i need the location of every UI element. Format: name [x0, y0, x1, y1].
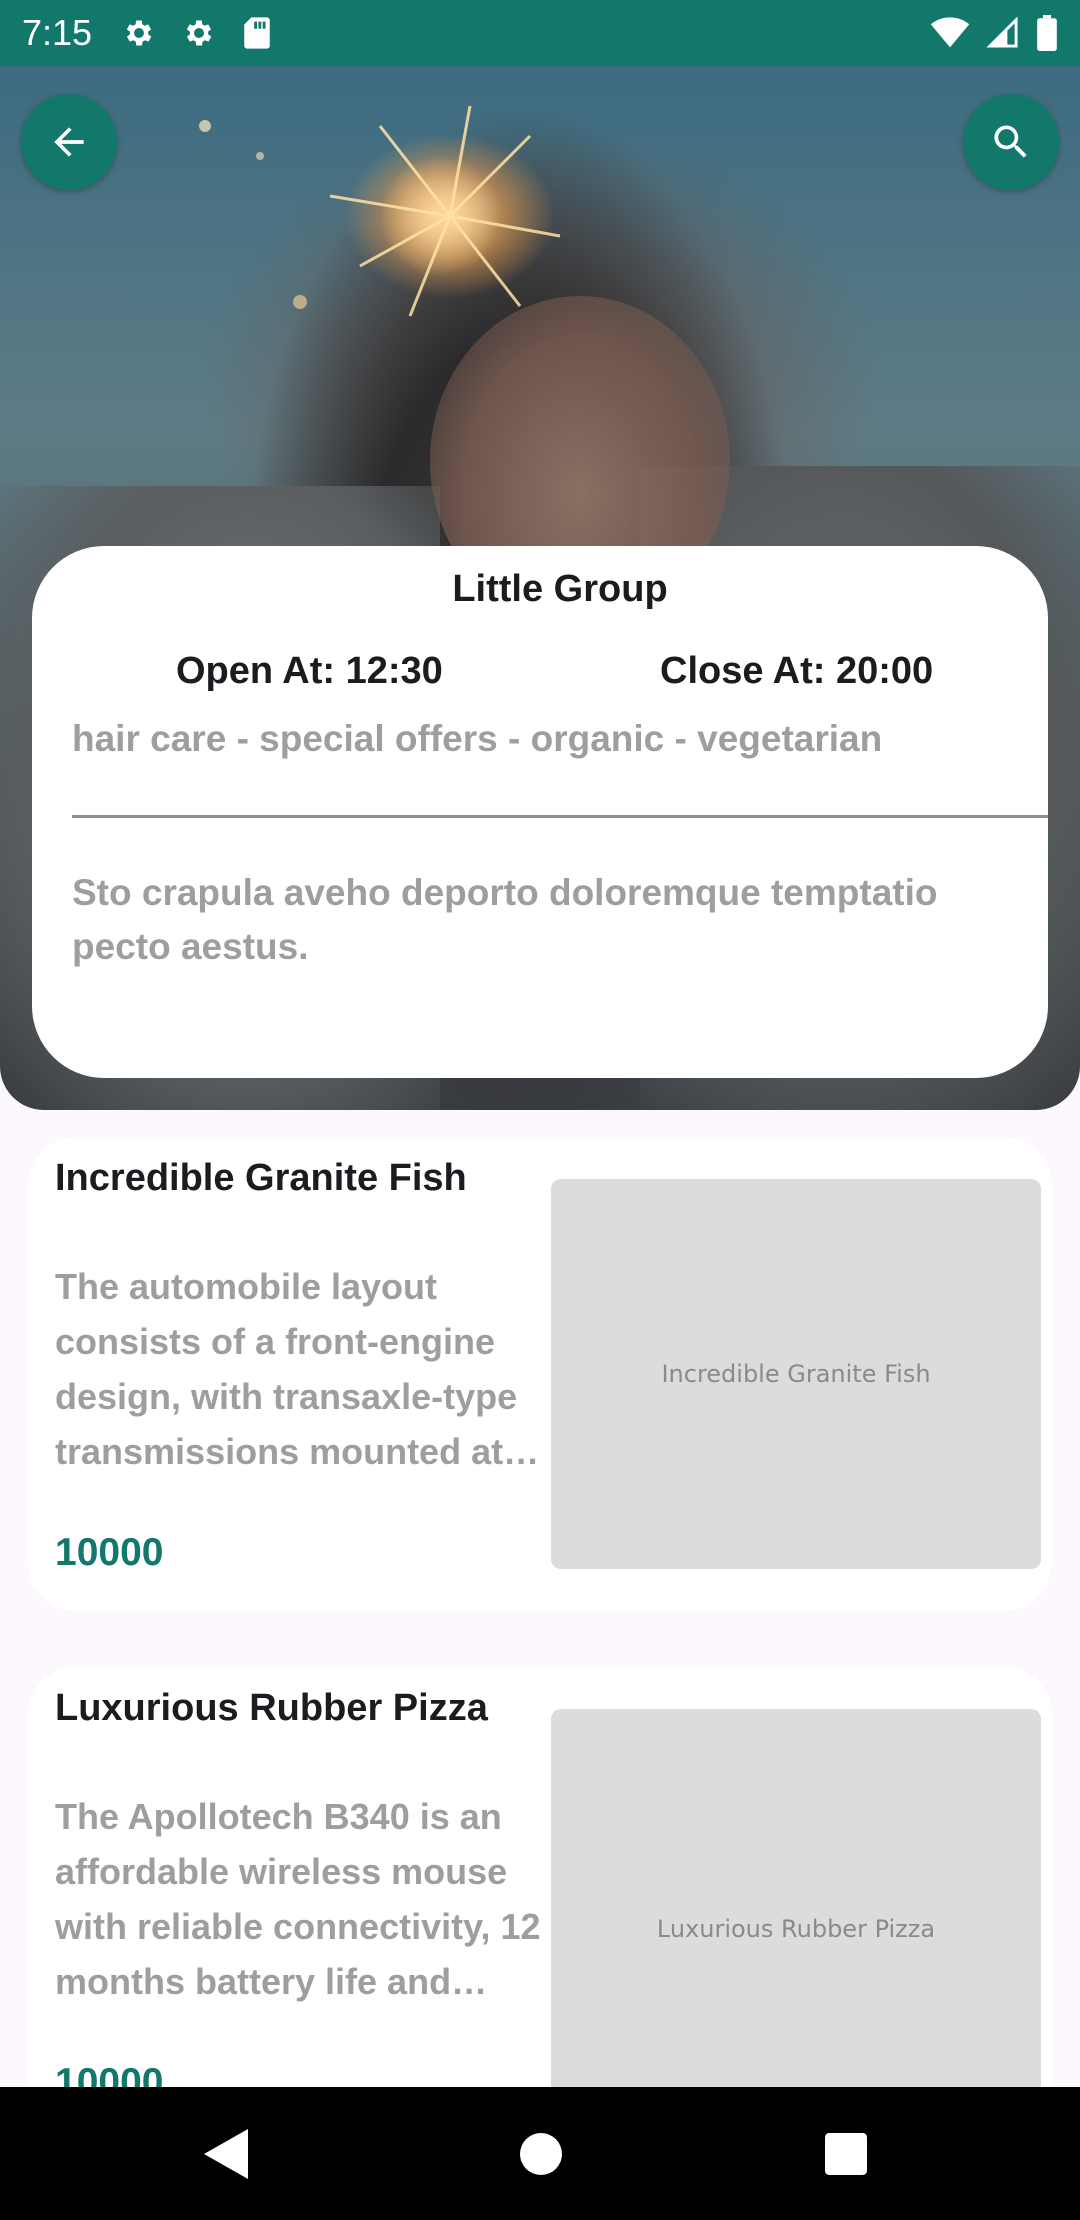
search-icon — [994, 125, 1027, 158]
store-tag: - special offers — [236, 718, 508, 759]
store-name: Little Group — [452, 568, 668, 610]
store-info-card: Little Group Open At: 12:30 Close At: 20… — [32, 546, 1048, 1078]
product-description: The automobile layout consists of a fron… — [55, 1266, 518, 1472]
close-time: Close At: 20:00 — [660, 650, 933, 693]
product-card[interactable]: Luxurious Rubber Pizza The Apollotech B3… — [28, 1667, 1052, 2141]
open-time-label: Open At: — [176, 650, 336, 692]
nav-home-button[interactable] — [516, 2087, 566, 2220]
store-tag: - organic — [508, 718, 675, 759]
wifi-icon — [930, 17, 970, 49]
battery-icon — [1036, 15, 1058, 51]
divider — [72, 815, 1048, 818]
product-card[interactable]: Incredible Granite Fish The automobile l… — [28, 1137, 1052, 1611]
product-price: 10000 — [55, 1531, 164, 1574]
product-name: Incredible Granite Fish — [55, 1157, 467, 1199]
nav-home-icon — [520, 2132, 562, 2175]
store-tags: hair care - special offers - organic - v… — [72, 718, 1032, 760]
status-bar: 7:15 — [0, 0, 1080, 66]
open-time-value: 12:30 — [345, 650, 443, 692]
store-tag: hair care — [72, 718, 237, 759]
nav-recents-button[interactable] — [823, 2087, 869, 2220]
product-image-placeholder: Incredible Granite Fish — [551, 1179, 1041, 1569]
product-description: The Apollotech B340 is an affordable wir… — [55, 1796, 541, 2002]
nav-back-button[interactable] — [196, 2087, 256, 2220]
back-button[interactable] — [21, 94, 117, 190]
store-tag: - vegetarian — [674, 718, 883, 759]
arrow-back-icon — [54, 127, 84, 157]
nav-back-icon — [204, 2128, 248, 2179]
cell-signal-icon — [986, 17, 1020, 49]
search-button[interactable] — [963, 94, 1059, 190]
system-navigation-bar — [0, 2087, 1080, 2220]
status-system-icons — [930, 15, 1058, 51]
settings-icon — [122, 16, 156, 50]
close-time-value: 20:00 — [835, 650, 934, 692]
nav-recents-icon — [825, 2132, 867, 2175]
open-time: Open At: 12:30 — [176, 650, 443, 693]
status-notification-icons — [122, 16, 272, 50]
store-description: Sto crapula aveho deporto doloremque tem… — [72, 872, 938, 967]
product-image-placeholder: Luxurious Rubber Pizza — [551, 1709, 1041, 2141]
settings-icon — [182, 16, 216, 50]
status-time: 7:15 — [22, 12, 93, 53]
sd-card-icon — [242, 16, 272, 50]
product-name: Luxurious Rubber Pizza — [55, 1687, 488, 1729]
close-time-label: Close At: — [660, 650, 826, 692]
